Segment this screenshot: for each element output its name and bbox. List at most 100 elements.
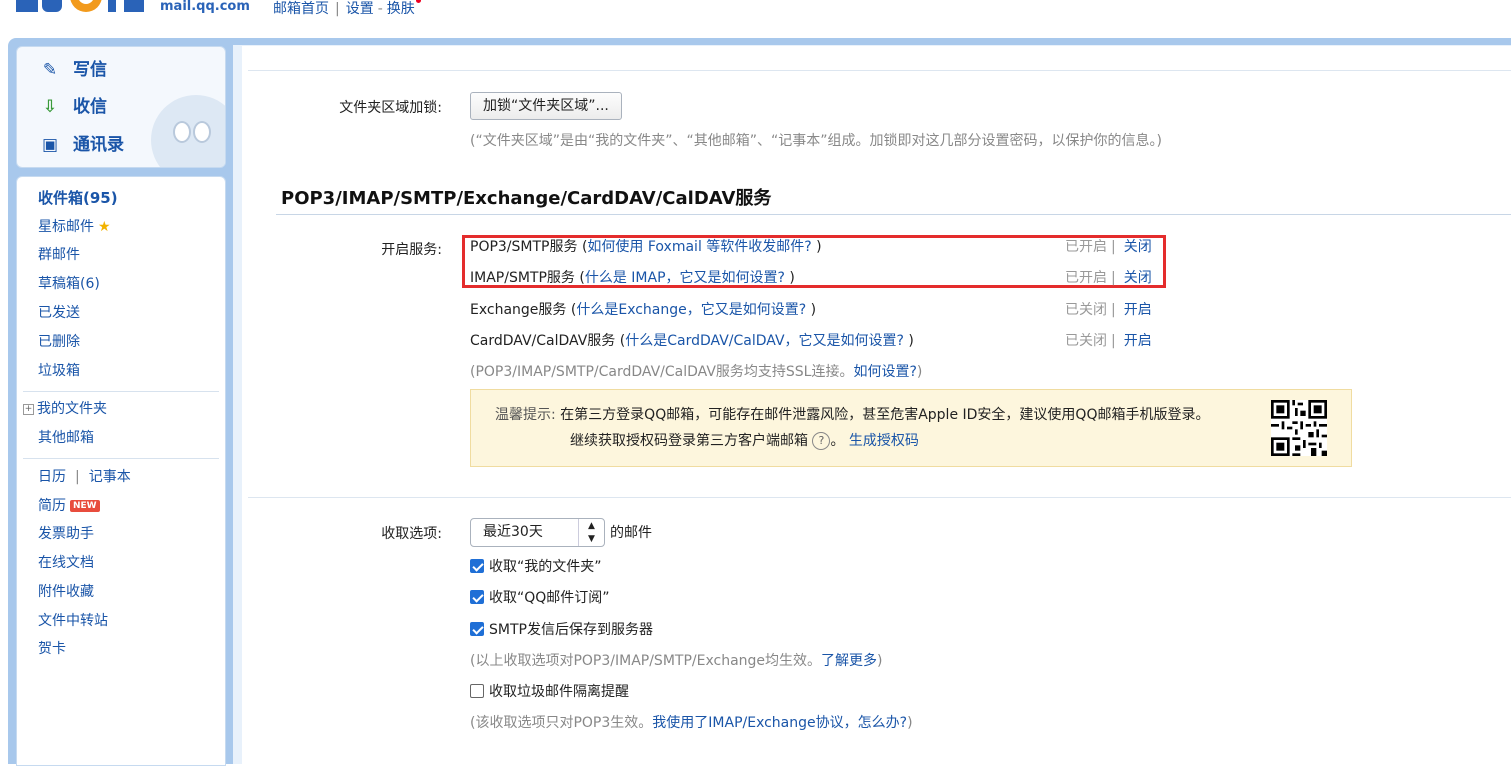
sidebar-item-group[interactable]: 群邮件 [38,243,80,267]
service-toggle-link[interactable]: 开启 [1124,302,1152,318]
sidebar-item-notes[interactable]: 记事本 [89,469,131,485]
new-dot-icon [415,0,421,3]
tip-line2-end: 。 [830,433,845,449]
write-mail-button[interactable]: ✎ 写信 [37,55,107,85]
sidebar-item-inbox[interactable]: 收件箱(95) [38,186,118,210]
status-text: 已开启 [1065,239,1107,255]
service-toggle-link[interactable]: 开启 [1124,333,1152,349]
sidebar-item-other-mailboxes[interactable]: 其他邮箱 [38,426,94,450]
ssl-note-close: ) [916,364,923,380]
service-name: POP3/SMTP服务 [470,239,578,255]
service-toggle-link[interactable]: 关闭 [1124,270,1152,286]
service-toggle-link[interactable]: 关闭 [1124,239,1152,255]
status-text: 已关闭 [1065,302,1107,318]
status-text: 已关闭 [1065,333,1107,349]
lock-folder-area-button[interactable]: 加锁“文件夹区域”... [470,92,622,120]
option-qq-subscription[interactable]: 收取“QQ邮件订阅” [470,587,610,607]
sidebar-item-starred[interactable]: 星标邮件 ★ [38,215,111,239]
top-nav: 邮箱首页 | 设置 - 换肤 [273,0,421,18]
checkbox-checked[interactable] [470,622,484,636]
mailbox-home-link[interactable]: 邮箱首页 [273,1,329,17]
service-row-pop3: POP3/SMTP服务 (如何使用 Foxmail 等软件收发邮件? ) [470,239,822,255]
penguin-decoration [151,95,225,167]
receive-note-1: (以上收取选项对POP3/IMAP/SMTP/Exchange均生效。了解更多) [470,650,883,670]
folder-lock-hint: (“文件夹区域”是由“我的文件夹”、“其他邮箱”、“记事本”组成。加锁即对这几部… [470,133,1162,149]
change-skin-link[interactable]: 换肤 [387,1,415,17]
sidebar-item-my-folders[interactable]: + 我的文件夹 [23,397,107,421]
qr-code-icon [1271,400,1327,456]
contacts-button[interactable]: ▣ 通讯录 [37,130,124,160]
checkbox-checked[interactable] [470,590,484,604]
option-my-folders[interactable]: 收取“我的文件夹” [470,556,602,576]
divider [23,458,219,459]
logo-domain: mail.qq.com [160,0,250,14]
receive-range-select[interactable]: 最近30天 ▲ ▼ [470,518,605,547]
learn-more-link[interactable]: 了解更多 [821,653,877,669]
sidebar-item-deleted[interactable]: 已删除 [38,330,80,354]
sidebar-item-sent[interactable]: 已发送 [38,301,80,325]
resume-label: 简历 [38,498,66,514]
settings-link[interactable]: 设置 [346,1,374,17]
services-section-title: POP3/IMAP/SMTP/Exchange/CardDAV/CalDAV服务 [281,188,772,209]
option-spam-reminder[interactable]: 收取垃圾邮件隔离提醒 [470,681,629,701]
service-help-link[interactable]: 什么是Exchange，它又是如何设置? [576,302,806,318]
option-smtp-save[interactable]: SMTP发信后保存到服务器 [470,619,653,639]
generate-auth-code-link[interactable]: 生成授权码 [849,433,919,449]
service-help-link[interactable]: 什么是CardDAV/CalDAV，它又是如何设置? [625,333,904,349]
receive-options-label: 收取选项: [381,526,442,542]
write-mail-label: 写信 [73,60,107,80]
service-help-link[interactable]: 什么是 IMAP，它又是如何设置? [585,270,785,286]
divider [23,391,219,392]
my-folders-label: 我的文件夹 [37,401,107,417]
sidebar-item-calendar[interactable]: 日历 [38,469,66,485]
enable-services-label: 开启服务: [381,242,442,258]
status-text: 已开启 [1065,270,1107,286]
option-label: 收取“我的文件夹” [489,559,602,575]
help-icon[interactable]: ? [812,432,831,450]
service-name: IMAP/SMTP服务 [470,270,575,286]
sidebar-item-online-docs[interactable]: 在线文档 [38,551,94,575]
ssl-note-text: (POP3/IMAP/SMTP/CardDAV/CalDAV服务均支持SSL连接… [470,364,854,380]
service-row-exchange: Exchange服务 (什么是Exchange，它又是如何设置? ) [470,302,817,318]
service-name: CardDAV/CalDAV服务 [470,333,616,349]
sidebar-item-attachments[interactable]: 附件收藏 [38,580,94,604]
sidebar-item-drafts[interactable]: 草稿箱(6) [38,272,100,296]
sidebar-item-invoice[interactable]: 发票助手 [38,522,94,546]
sidebar-item-spam[interactable]: 垃圾箱 [38,359,80,383]
tip-prefix: 温馨提示: [495,407,556,423]
service-name: Exchange服务 [470,302,567,318]
compose-panel: ✎ 写信 ⇩ 收信 ▣ 通讯录 [16,46,226,168]
select-arrows-icon: ▲ ▼ [578,519,604,546]
option-label: 收取垃圾邮件隔离提醒 [489,684,629,700]
folder-sidebar: 收件箱(95) 星标邮件 ★ 群邮件 草稿箱(6) 已发送 已删除 垃圾箱 + 我的… [16,176,226,766]
service-status-exchange: 已关闭 | 开启 [1065,302,1152,318]
expand-icon[interactable]: + [23,403,34,415]
service-status-imap: 已开启 | 关闭 [1065,270,1152,286]
service-help-link[interactable]: 如何使用 Foxmail 等软件收发邮件? [587,239,811,255]
folder-lock-label: 文件夹区域加锁: [339,100,442,116]
receive-mail-button[interactable]: ⇩ 收信 [37,92,107,122]
note-text: (以上收取选项对POP3/IMAP/SMTP/Exchange均生效。 [470,653,822,669]
download-icon: ⇩ [42,97,58,117]
note-end: ) [877,653,883,669]
mail-logo[interactable] [16,0,152,22]
checkbox-unchecked[interactable] [470,684,484,698]
tip-line2: 继续获取授权码登录第三方客户端邮箱 [570,433,808,449]
tip-line1: 在第三方登录QQ邮箱，可能存在邮件泄露风险，甚至危害Apple ID安全，建议使… [560,407,1210,423]
ssl-how-to-link[interactable]: 如何设置? [853,364,916,380]
contact-card-icon: ▣ [41,135,59,155]
checkbox-checked[interactable] [470,559,484,573]
receive-mail-label: 收信 [73,97,107,117]
warning-tip: 温馨提示: 在第三方登录QQ邮箱，可能存在邮件泄露风险，甚至危害Apple ID… [470,389,1352,467]
contacts-label: 通讯录 [73,135,124,155]
sidebar-item-resume[interactable]: 简历 NEW [38,494,100,518]
service-row-imap: IMAP/SMTP服务 (什么是 IMAP，它又是如何设置? ) [470,270,795,286]
section-divider [276,214,1511,215]
option-label: SMTP发信后保存到服务器 [489,622,653,638]
imap-exchange-help-link[interactable]: 我使用了IMAP/Exchange协议，怎么办? [652,715,907,731]
ssl-note: (POP3/IMAP/SMTP/CardDAV/CalDAV服务均支持SSL连接… [470,361,922,381]
option-label: 收取“QQ邮件订阅” [489,590,610,606]
sidebar-item-file-transfer[interactable]: 文件中转站 [38,609,108,633]
service-row-carddav: CardDAV/CalDAV服务 (什么是CardDAV/CalDAV，它又是如… [470,333,914,349]
sidebar-item-greeting-card[interactable]: 贺卡 [38,637,66,661]
